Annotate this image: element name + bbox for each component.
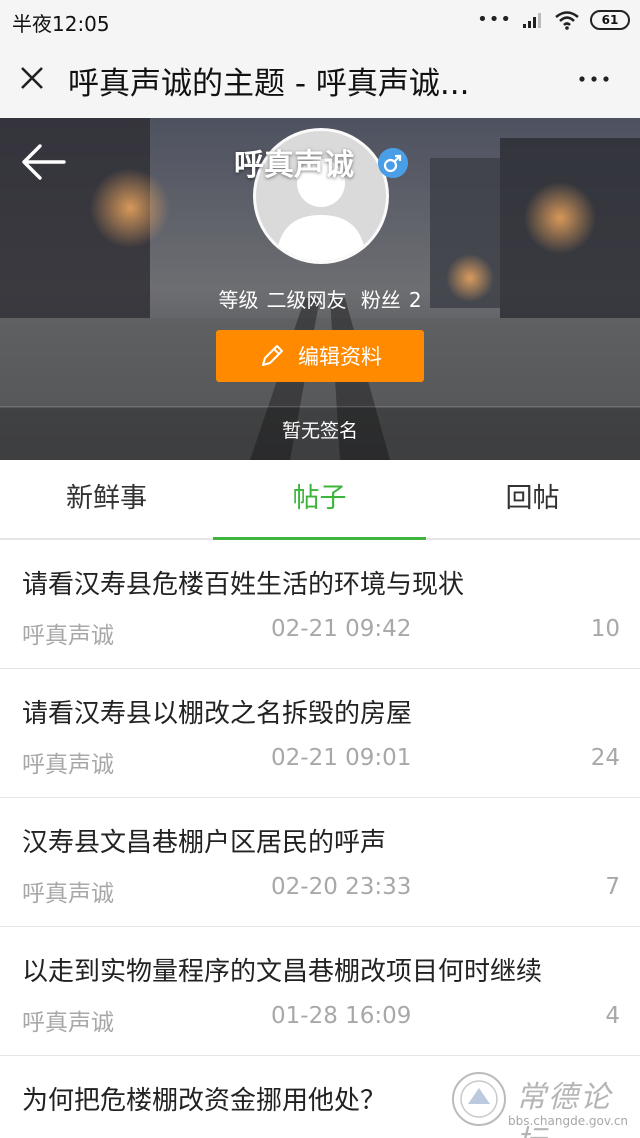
user-stats: 等级 二级网友 粉丝 2 bbox=[0, 284, 640, 313]
post-time: 02-21 09:01 bbox=[271, 745, 412, 771]
post-title: 请看汉寿县以棚改之名拆毁的房屋 bbox=[22, 699, 413, 729]
fans-label: 粉丝 bbox=[360, 288, 401, 312]
profile-banner: 呼真声诚 等级 二级网友 粉丝 2 编辑资料 暂无签名 bbox=[0, 118, 640, 460]
list-item[interactable]: 请看汉寿县危楼百姓生活的环境与现状 呼真声诚 02-21 09:42 10 bbox=[0, 540, 640, 669]
list-item[interactable]: 请看汉寿县以棚改之名拆毁的房屋 呼真声诚 02-21 09:01 24 bbox=[0, 669, 640, 798]
post-time: 01-28 16:09 bbox=[271, 1003, 412, 1029]
divider bbox=[0, 406, 640, 407]
pencil-icon bbox=[262, 345, 283, 366]
watermark-name: 常德论坛 bbox=[516, 1080, 612, 1138]
level-value: 二级网友 bbox=[266, 288, 347, 312]
post-count: 7 bbox=[605, 874, 620, 900]
post-time: 02-20 23:33 bbox=[271, 874, 412, 900]
post-title: 汉寿县文昌巷棚户区居民的呼声 bbox=[22, 828, 387, 858]
status-time: 半夜12:05 bbox=[12, 12, 110, 36]
tab-posts[interactable]: 帖子 bbox=[213, 460, 426, 540]
post-author: 呼真声诚 bbox=[22, 1010, 114, 1036]
male-gender-icon bbox=[378, 148, 408, 178]
post-count: 24 bbox=[590, 745, 620, 771]
back-arrow-icon[interactable] bbox=[18, 138, 70, 186]
username: 呼真声诚 bbox=[234, 148, 354, 183]
post-title: 请看汉寿县危楼百姓生活的环境与现状 bbox=[22, 570, 465, 600]
close-icon[interactable] bbox=[14, 60, 50, 96]
edit-profile-button[interactable]: 编辑资料 bbox=[216, 330, 424, 382]
edit-profile-label: 编辑资料 bbox=[298, 345, 382, 369]
post-author: 呼真声诚 bbox=[22, 881, 114, 907]
post-list: 请看汉寿县危楼百姓生活的环境与现状 呼真声诚 02-21 09:42 10 请看… bbox=[0, 540, 640, 1138]
fans-value: 2 bbox=[408, 288, 422, 312]
post-count: 10 bbox=[590, 616, 620, 642]
watermark-url: bbs.changde.gov.cn bbox=[508, 1114, 629, 1128]
post-author: 呼真声诚 bbox=[22, 623, 114, 649]
list-item[interactable]: 汉寿县文昌巷棚户区居民的呼声 呼真声诚 02-20 23:33 7 bbox=[0, 798, 640, 927]
forum-seal-icon bbox=[452, 1072, 506, 1126]
post-title: 为何把危楼棚改资金挪用他处？ bbox=[22, 1086, 387, 1116]
tab-bar: 新鲜事 帖子 回帖 bbox=[0, 460, 640, 540]
page-title: 呼真声诚的主题 - 呼真声诚... bbox=[68, 66, 470, 102]
wifi-icon bbox=[555, 11, 579, 30]
tab-news[interactable]: 新鲜事 bbox=[0, 460, 213, 540]
more-icon[interactable] bbox=[576, 64, 612, 94]
title-bar: 呼真声诚的主题 - 呼真声诚... bbox=[0, 40, 640, 118]
post-time: 02-21 09:42 bbox=[271, 616, 412, 642]
site-watermark: 常德论坛 bbs.changde.gov.cn bbox=[446, 1064, 636, 1138]
signature: 暂无签名 bbox=[281, 420, 358, 442]
status-icons: ••• 61 bbox=[477, 8, 630, 32]
status-bar: 半夜12:05 ••• 61 bbox=[0, 0, 640, 40]
post-count: 4 bbox=[605, 1003, 620, 1029]
post-title: 以走到实物量程序的文昌巷棚改项目何时继续 bbox=[22, 957, 543, 987]
signal-icon bbox=[523, 13, 541, 28]
level-label: 等级 bbox=[218, 288, 259, 312]
list-item[interactable]: 以走到实物量程序的文昌巷棚改项目何时继续 呼真声诚 01-28 16:09 4 bbox=[0, 927, 640, 1056]
dots-icon: ••• bbox=[477, 9, 512, 30]
battery-icon: 61 bbox=[590, 10, 630, 30]
post-author: 呼真声诚 bbox=[22, 752, 114, 778]
tab-replies[interactable]: 回帖 bbox=[426, 460, 639, 540]
